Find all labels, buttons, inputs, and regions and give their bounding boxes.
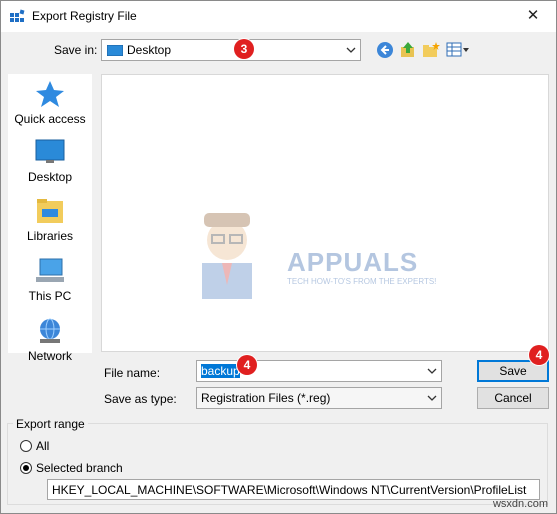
file-name-label: File name:	[104, 366, 161, 380]
save-as-type-value: Registration Files (*.reg)	[201, 391, 331, 405]
file-name-value: backup	[201, 364, 240, 378]
up-folder-icon[interactable]	[399, 41, 417, 59]
place-label: Libraries	[26, 229, 74, 243]
place-this-pc[interactable]: This PC	[8, 257, 92, 303]
chevron-down-icon	[427, 395, 437, 401]
network-icon	[40, 318, 60, 343]
desktop-icon	[35, 139, 65, 163]
close-icon: ✕	[526, 7, 540, 24]
radio-all-label[interactable]: All	[36, 439, 49, 453]
place-label: Network	[27, 349, 72, 363]
back-icon[interactable]	[376, 41, 394, 59]
save-as-type-dropdown[interactable]: Registration Files (*.reg)	[196, 387, 442, 409]
place-network[interactable]: Network	[8, 317, 92, 363]
radio-all[interactable]	[20, 440, 32, 452]
window-title: Export Registry File	[32, 9, 137, 23]
chevron-down-icon	[346, 47, 356, 53]
file-list[interactable]: APPUALS TECH HOW-TO'S FROM THE EXPERTS!	[101, 74, 549, 352]
appuals-watermark: APPUALS TECH HOW-TO'S FROM THE EXPERTS!	[182, 205, 436, 304]
title-bar: Export Registry File ✕	[1, 1, 556, 32]
view-menu-button[interactable]	[446, 41, 472, 59]
computer-icon	[36, 258, 64, 282]
place-desktop[interactable]: Desktop	[8, 138, 92, 184]
radio-selected-branch[interactable]	[20, 462, 32, 474]
branch-path-input[interactable]: HKEY_LOCAL_MACHINE\SOFTWARE\Microsoft\Wi…	[47, 479, 540, 500]
export-registry-dialog: Export Registry File ✕ Save in: Desktop …	[0, 0, 557, 514]
place-label: This PC	[28, 289, 72, 303]
libraries-icon	[37, 199, 63, 223]
step-badge-4-filename: 4	[237, 355, 257, 375]
export-range-title: Export range	[13, 417, 88, 431]
place-label: Quick access	[14, 112, 86, 126]
cancel-button[interactable]: Cancel	[477, 387, 549, 409]
place-label: Desktop	[27, 170, 73, 184]
chevron-down-icon[interactable]	[427, 365, 437, 379]
save-in-value: Desktop	[127, 43, 172, 57]
mascot-logo-icon	[202, 213, 252, 299]
file-name-input[interactable]: backup	[196, 360, 442, 382]
save-as-type-label: Save as type:	[104, 392, 177, 406]
watermark-text: APPUALS	[287, 247, 419, 277]
save-in-dropdown[interactable]: Desktop	[101, 39, 361, 61]
step-badge-4-save: 4	[529, 345, 549, 365]
place-libraries[interactable]: Libraries	[8, 197, 92, 243]
place-quick-access[interactable]: Quick access	[8, 80, 92, 126]
desktop-small-icon	[107, 45, 123, 56]
site-footer: wsxdn.com	[492, 498, 548, 510]
watermark-tagline: TECH HOW-TO'S FROM THE EXPERTS!	[287, 277, 437, 286]
save-in-label: Save in:	[54, 43, 98, 57]
star-icon	[36, 81, 64, 107]
new-folder-icon[interactable]	[422, 41, 440, 59]
places-bar: Quick access Desktop Libraries This PC N…	[8, 74, 92, 363]
step-badge-3: 3	[234, 39, 254, 59]
close-button[interactable]: ✕	[510, 1, 556, 32]
registry-app-icon	[10, 9, 25, 22]
view-menu-icon	[446, 42, 469, 57]
radio-selected-branch-label[interactable]: Selected branch	[36, 461, 123, 475]
